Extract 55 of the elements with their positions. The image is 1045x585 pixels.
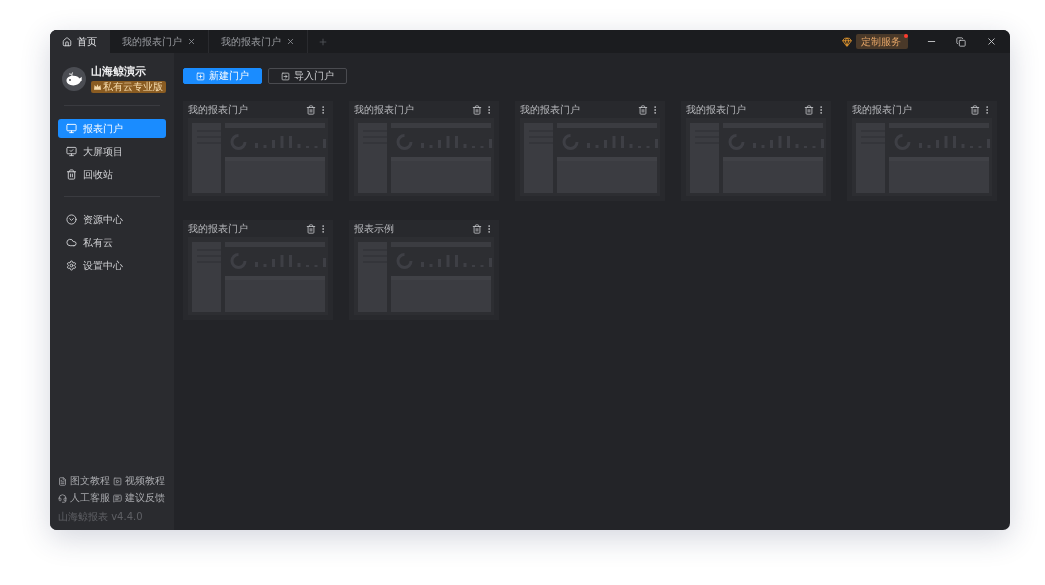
action-button[interactable]: 导入门户 [268,68,347,84]
close-icon[interactable] [187,37,196,46]
gear-icon [66,260,77,271]
footer-link[interactable]: 视频教程 [113,474,166,488]
video-icon [113,476,122,486]
nav-item[interactable]: 设置中心 [58,256,166,275]
restore-icon[interactable] [956,36,966,47]
trash-icon[interactable] [306,223,316,234]
card-title: 我的报表门户 [188,221,248,236]
trash-icon [66,169,77,180]
trash-icon[interactable] [970,104,980,115]
tab[interactable]: 首页 [50,30,110,53]
cloud-icon [66,237,77,248]
trash-icon[interactable] [472,223,482,234]
import-icon [281,71,290,81]
custom-service-button[interactable]: 定制服务 [856,34,908,49]
card-title: 我的报表门户 [686,102,746,117]
whale-logo-icon [62,66,86,91]
nav-item[interactable]: 回收站 [58,165,166,184]
card-title: 我的报表门户 [852,102,912,117]
portal-card[interactable]: 报表示例 [349,220,499,320]
monitor-icon [66,123,77,134]
chevron-circle-icon [66,214,77,225]
close-icon[interactable] [985,36,997,47]
crown-icon [94,84,101,90]
message-icon [113,493,122,503]
card-title: 我的报表门户 [188,102,248,117]
close-icon[interactable] [286,37,295,46]
portal-card[interactable]: 我的报表门户 [681,101,831,201]
card-title: 我的报表门户 [520,102,580,117]
monitor-check-icon [66,146,77,157]
brand-name: 山海鲸演示 [91,64,147,79]
document-icon [58,476,67,486]
diamond-icon [842,36,852,47]
nav-item[interactable]: 资源中心 [58,210,166,229]
edition-label: 私有云专业版 [103,81,163,93]
plus-square-icon [196,71,205,81]
card-title: 我的报表门户 [354,102,414,117]
portal-card[interactable]: 我的报表门户 [847,101,997,201]
portal-card[interactable]: 我的报表门户 [183,220,333,320]
portal-card[interactable]: 我的报表门户 [183,101,333,201]
portal-card[interactable]: 我的报表门户 [515,101,665,201]
footer-link[interactable]: 图文教程 [58,474,111,488]
trash-icon[interactable] [804,104,814,115]
footer-link[interactable]: 建议反馈 [113,491,166,505]
headset-icon [58,493,67,503]
trash-icon[interactable] [306,104,316,115]
tab[interactable]: 我的报表门户 [209,30,308,53]
trash-icon[interactable] [472,104,482,115]
nav-item[interactable]: 私有云 [58,233,166,252]
trash-icon[interactable] [638,104,648,115]
nav-item[interactable]: 大屏项目 [58,142,166,161]
footer-link[interactable]: 人工客服 [58,491,111,505]
card-title: 报表示例 [354,221,394,236]
portal-card[interactable]: 我的报表门户 [349,101,499,201]
